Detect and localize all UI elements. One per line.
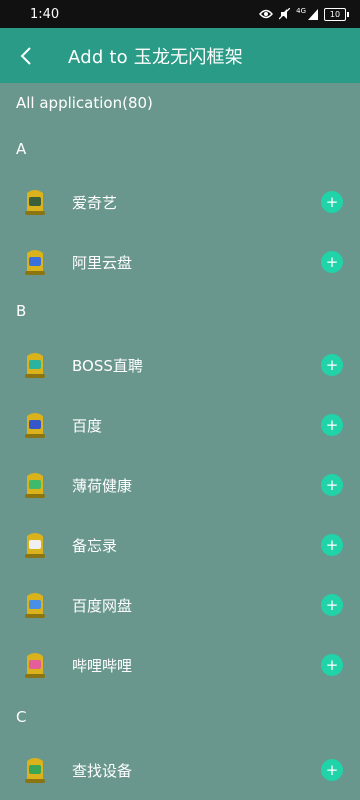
chevron-left-icon	[20, 46, 31, 65]
status-time: 1:40	[30, 6, 60, 22]
app-list-item[interactable]: 爱奇艺 +	[0, 172, 360, 232]
battery-icon: 10	[324, 7, 349, 21]
plus-icon: +	[325, 655, 339, 674]
page-title: Add to 玉龙无闪框架	[68, 46, 243, 68]
mute-icon	[279, 8, 291, 20]
network-type: 4G	[296, 6, 306, 15]
back-button[interactable]	[0, 28, 52, 83]
add-app-button[interactable]: +	[321, 414, 343, 436]
app-name: 阿里云盘	[72, 253, 133, 272]
app-bar: Add to 玉龙无闪框架	[0, 28, 360, 83]
eye-icon	[259, 9, 274, 19]
app-memo-icon	[25, 533, 45, 558]
app-name: 薄荷健康	[72, 476, 133, 495]
plus-icon: +	[325, 192, 339, 211]
app-baidu-netdisk-icon	[25, 593, 45, 618]
app-mint-health-icon	[25, 473, 45, 498]
app-name: 查找设备	[72, 761, 133, 780]
plus-icon: +	[325, 595, 339, 614]
app-list-item[interactable]: 查找设备 +	[0, 740, 360, 800]
app-list-item[interactable]: 百度网盘 +	[0, 575, 360, 635]
add-app-button[interactable]: +	[321, 354, 343, 376]
plus-icon: +	[325, 535, 339, 554]
status-bar: 1:40 4G 10	[0, 0, 360, 28]
app-name: 爱奇艺	[72, 193, 118, 212]
app-name: BOSS直聘	[72, 356, 143, 375]
app-bilibili-icon	[25, 653, 45, 678]
add-app-button[interactable]: +	[321, 474, 343, 496]
plus-icon: +	[325, 415, 339, 434]
add-app-button[interactable]: +	[321, 594, 343, 616]
app-list-item[interactable]: 百度 +	[0, 395, 360, 455]
app-name: 备忘录	[72, 536, 118, 555]
app-list-item[interactable]: 备忘录 +	[0, 515, 360, 575]
app-list-item[interactable]: BOSS直聘 +	[0, 335, 360, 395]
all-applications-count: All application(80)	[16, 94, 153, 112]
status-icons: 4G 10	[259, 6, 349, 21]
add-app-button[interactable]: +	[321, 191, 343, 213]
app-boss-icon	[25, 353, 45, 378]
add-app-button[interactable]: +	[321, 534, 343, 556]
app-list-item[interactable]: 哔哩哔哩 +	[0, 635, 360, 695]
plus-icon: +	[325, 252, 339, 271]
app-list-item[interactable]: 阿里云盘 +	[0, 232, 360, 292]
app-name: 百度	[72, 416, 103, 435]
add-app-button[interactable]: +	[321, 654, 343, 676]
app-list-item[interactable]: 薄荷健康 +	[0, 455, 360, 515]
plus-icon: +	[325, 475, 339, 494]
section-letter-c: C	[16, 708, 27, 726]
battery-level: 10	[329, 9, 341, 19]
app-name: 哔哩哔哩	[72, 656, 133, 675]
app-find-device-icon	[25, 758, 45, 783]
app-baidu-icon	[25, 413, 45, 438]
app-name: 百度网盘	[72, 596, 133, 615]
add-app-button[interactable]: +	[321, 251, 343, 273]
plus-icon: +	[325, 760, 339, 779]
plus-icon: +	[325, 355, 339, 374]
section-letter-a: A	[16, 140, 27, 158]
app-iqiyi-icon	[25, 190, 45, 215]
add-app-button[interactable]: +	[321, 759, 343, 781]
app-aliyun-drive-icon	[25, 250, 45, 275]
signal-icon	[308, 8, 318, 20]
section-letter-b: B	[16, 302, 27, 320]
